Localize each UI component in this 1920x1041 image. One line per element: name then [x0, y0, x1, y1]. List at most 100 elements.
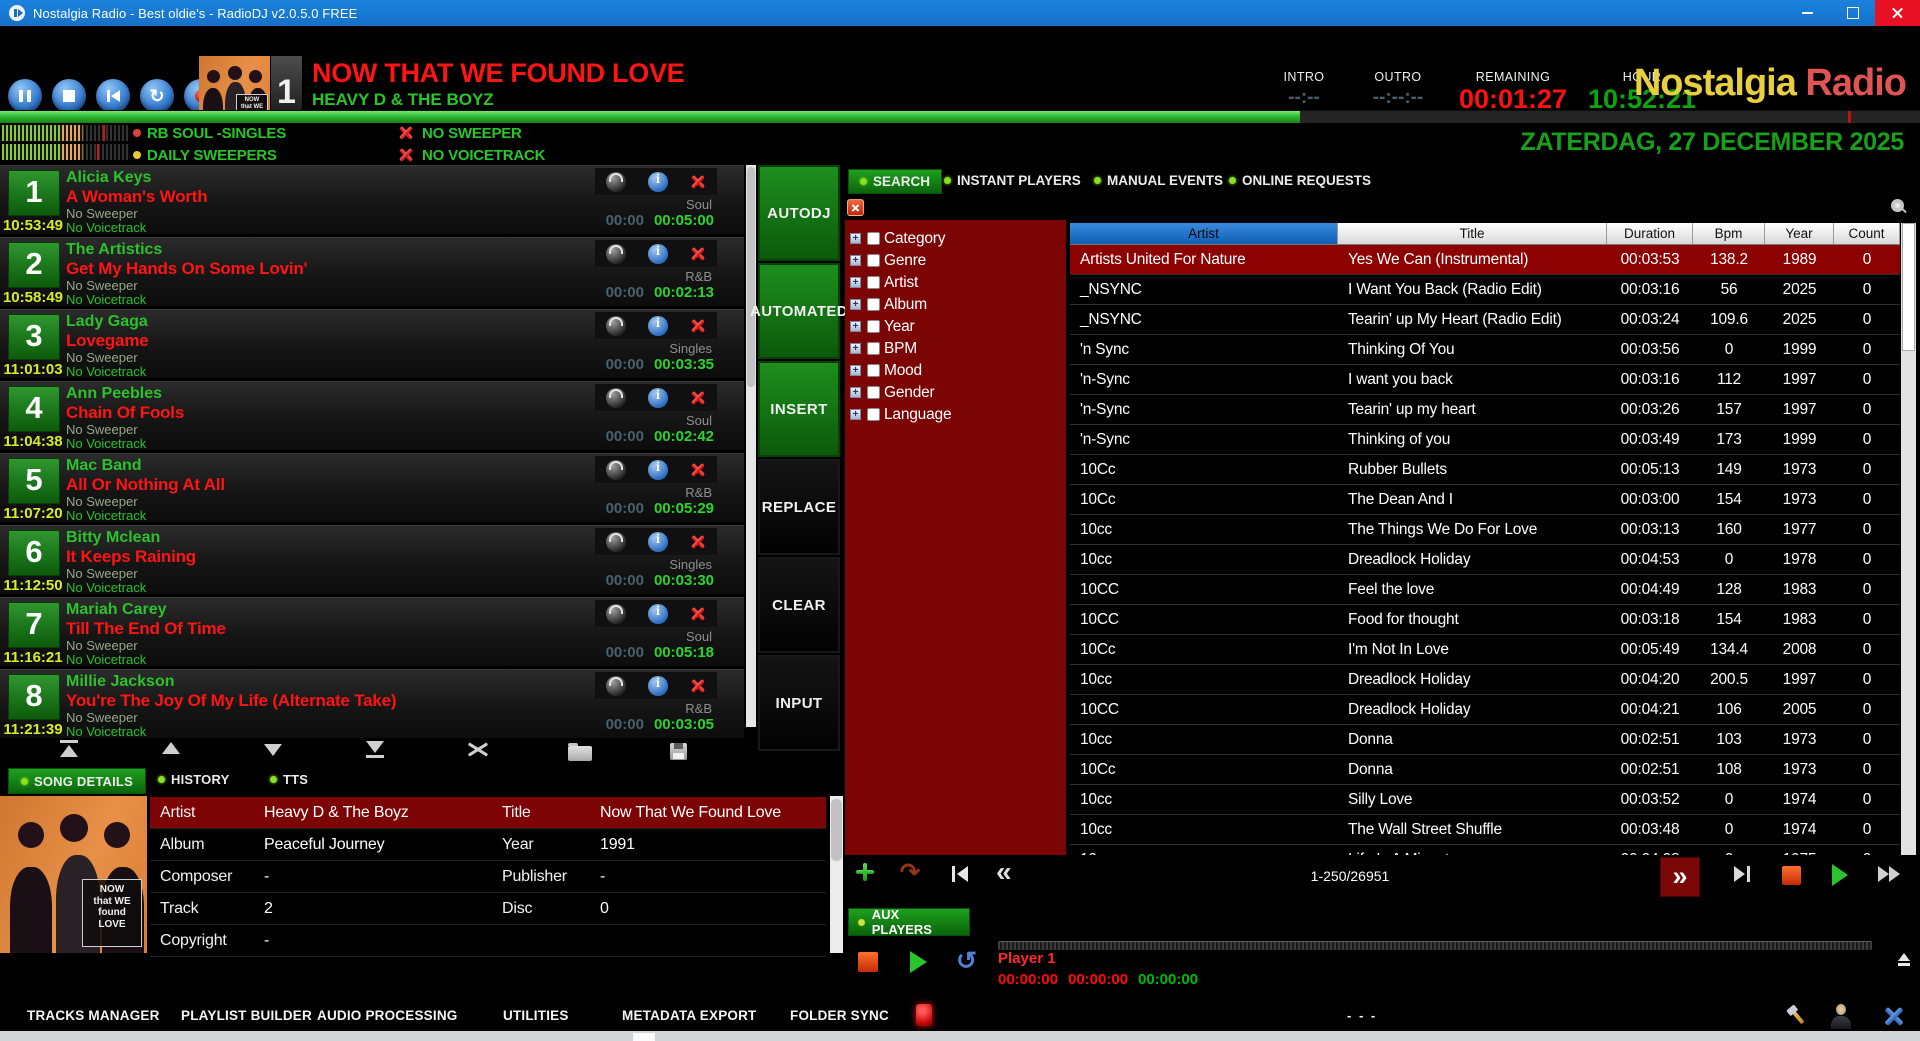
fullscreen-toggle-icon[interactable] [1884, 1006, 1904, 1026]
toolbar-menu-item[interactable]: AUDIO PROCESSING [317, 1008, 457, 1023]
queue-mode-button[interactable]: REPLACE [758, 459, 840, 555]
aux-play-icon[interactable] [910, 951, 927, 973]
filter-tree-item[interactable]: + Category [845, 228, 1066, 250]
expand-icon[interactable]: + [850, 299, 861, 310]
filter-tree-item[interactable]: + Genre [845, 250, 1066, 272]
expand-icon[interactable]: + [850, 343, 861, 354]
info-icon[interactable] [648, 244, 668, 264]
info-icon[interactable] [648, 532, 668, 552]
results-table-row[interactable]: _NSYNC Tearin' up My Heart (Radio Edit) … [1070, 305, 1900, 335]
repeat-button[interactable] [140, 79, 174, 113]
filter-tree-item[interactable]: + Album [845, 294, 1066, 316]
queue-mode-button[interactable]: INPUT [758, 655, 840, 751]
results-table-row[interactable]: 10Cc Donna 00:02:51 108 1973 0 [1070, 755, 1900, 785]
playlist-row[interactable]: 4 11:04:38 Ann Peebles Chain Of Fools No… [0, 381, 744, 450]
queue-mode-button[interactable]: CLEAR [758, 557, 840, 653]
remove-icon[interactable] [690, 246, 706, 262]
aux-seekbar[interactable] [998, 941, 1872, 950]
results-table-row[interactable]: 10CC Dreadlock Holiday 00:04:21 106 2005… [1070, 695, 1900, 725]
expand-icon[interactable]: + [850, 387, 861, 398]
info-icon[interactable] [648, 316, 668, 336]
close-button[interactable] [1875, 0, 1920, 26]
results-table-row[interactable]: 10cc Donna 00:02:51 103 1973 0 [1070, 725, 1900, 755]
preview-play-icon[interactable] [1832, 864, 1848, 886]
remove-icon[interactable] [690, 390, 706, 406]
results-table-row[interactable]: 'n Sync Thinking Of You 00:03:56 0 1999 … [1070, 335, 1900, 365]
results-table-row[interactable]: 10Cc I'm Not In Love 00:05:49 134.4 2008… [1070, 635, 1900, 665]
move-up-icon[interactable] [159, 738, 183, 760]
filter-tree-item[interactable]: + Year [845, 316, 1066, 338]
filter-checkbox[interactable] [867, 408, 880, 421]
remove-icon[interactable] [690, 534, 706, 550]
aux-stop-icon[interactable] [858, 952, 878, 972]
move-down-icon[interactable] [261, 738, 285, 760]
preview-stop-icon[interactable] [1782, 866, 1801, 885]
previous-page-icon[interactable]: « [996, 856, 1012, 888]
toolbar-menu-item[interactable]: TRACKS MANAGER [27, 1008, 160, 1023]
refresh-icon[interactable]: ↷ [900, 858, 920, 887]
queue-mode-button[interactable]: INSERT [758, 361, 840, 457]
playlist-row[interactable]: 3 11:01:03 Lady Gaga Lovegame No Sweeper… [0, 309, 744, 378]
toolbar-menu-item[interactable]: FOLDER SYNC [790, 1008, 889, 1023]
preview-icon[interactable] [606, 172, 626, 192]
info-icon[interactable] [648, 676, 668, 696]
toolbar-menu-item[interactable]: METADATA EXPORT [622, 1008, 757, 1023]
filter-tree-item[interactable]: + Artist [845, 272, 1066, 294]
info-icon[interactable] [648, 604, 668, 624]
info-icon[interactable] [648, 172, 668, 192]
move-to-bottom-icon[interactable] [363, 738, 387, 760]
preview-icon[interactable] [606, 460, 626, 480]
shuffle-icon[interactable] [466, 738, 490, 760]
results-scrollbar[interactable] [1901, 223, 1916, 855]
preview-icon[interactable] [606, 388, 626, 408]
results-table-row[interactable]: 10CC Food for thought 00:03:18 154 1983 … [1070, 605, 1900, 635]
filter-checkbox[interactable] [867, 298, 880, 311]
stop-button[interactable] [52, 79, 86, 113]
filter-checkbox[interactable] [867, 342, 880, 355]
playlist-row[interactable]: 8 11:21:39 Millie Jackson You're The Joy… [0, 669, 744, 738]
filter-checkbox[interactable] [867, 364, 880, 377]
details-tab[interactable]: SONG DETAILS [8, 768, 146, 794]
results-table-row[interactable]: 10Cc Rubber Bullets 00:05:13 149 1973 0 [1070, 455, 1900, 485]
results-table-row[interactable]: 10cc Life Is A Minestrone 00:04:08 0 197… [1070, 845, 1900, 855]
details-tab[interactable]: TTS [270, 772, 308, 787]
column-header[interactable]: Bpm [1693, 223, 1765, 245]
add-to-playlist-icon[interactable] [856, 863, 874, 881]
preview-icon[interactable] [606, 244, 626, 264]
expand-icon[interactable]: + [850, 409, 861, 420]
remove-icon[interactable] [690, 318, 706, 334]
details-tab[interactable]: HISTORY [158, 772, 229, 787]
details-scrollbar[interactable] [830, 796, 843, 953]
queue-mode-button[interactable]: AUTOMATED [758, 263, 840, 359]
preview-icon[interactable] [606, 676, 626, 696]
move-to-top-icon[interactable] [57, 738, 81, 760]
results-table-row[interactable]: 10CC Feel the love 00:04:49 128 1983 0 [1070, 575, 1900, 605]
filter-checkbox[interactable] [867, 232, 880, 245]
last-page-icon[interactable] [1734, 866, 1752, 882]
remove-icon[interactable] [690, 462, 706, 478]
search-tab[interactable]: SEARCH [848, 169, 942, 194]
column-header[interactable]: Title [1338, 223, 1607, 245]
results-table-row[interactable]: 10cc Dreadlock Holiday 00:04:20 200.5 19… [1070, 665, 1900, 695]
eject-icon[interactable] [1896, 952, 1912, 968]
remove-icon[interactable] [690, 606, 706, 622]
load-playlist-icon[interactable] [568, 746, 592, 761]
pause-button[interactable] [8, 79, 42, 113]
results-table-row[interactable]: 'n-Sync Tearin' up my heart 00:03:26 157… [1070, 395, 1900, 425]
remove-icon[interactable] [690, 678, 706, 694]
first-page-icon[interactable] [952, 866, 970, 882]
maximize-button[interactable] [1830, 0, 1875, 26]
search-magnifier-icon[interactable] [1890, 198, 1908, 216]
minimize-button[interactable] [1785, 0, 1830, 26]
results-table-row[interactable]: 10cc Silly Love 00:03:52 0 1974 0 [1070, 785, 1900, 815]
search-tab[interactable]: INSTANT PLAYERS [944, 173, 1081, 188]
save-playlist-icon[interactable] [670, 743, 687, 760]
filter-checkbox[interactable] [867, 320, 880, 333]
playlist-scrollbar[interactable] [746, 165, 756, 727]
results-table-row[interactable]: 10cc The Wall Street Shuffle 00:03:48 0 … [1070, 815, 1900, 845]
results-table-row[interactable]: 10Cc The Dean And I 00:03:00 154 1973 0 [1070, 485, 1900, 515]
queue-mode-button[interactable]: AUTODJ [758, 165, 840, 261]
column-header[interactable]: Count Played [1834, 223, 1900, 245]
expand-icon[interactable]: + [850, 233, 861, 244]
playlist-row[interactable]: 2 10:58:49 The Artistics Get My Hands On… [0, 237, 744, 306]
